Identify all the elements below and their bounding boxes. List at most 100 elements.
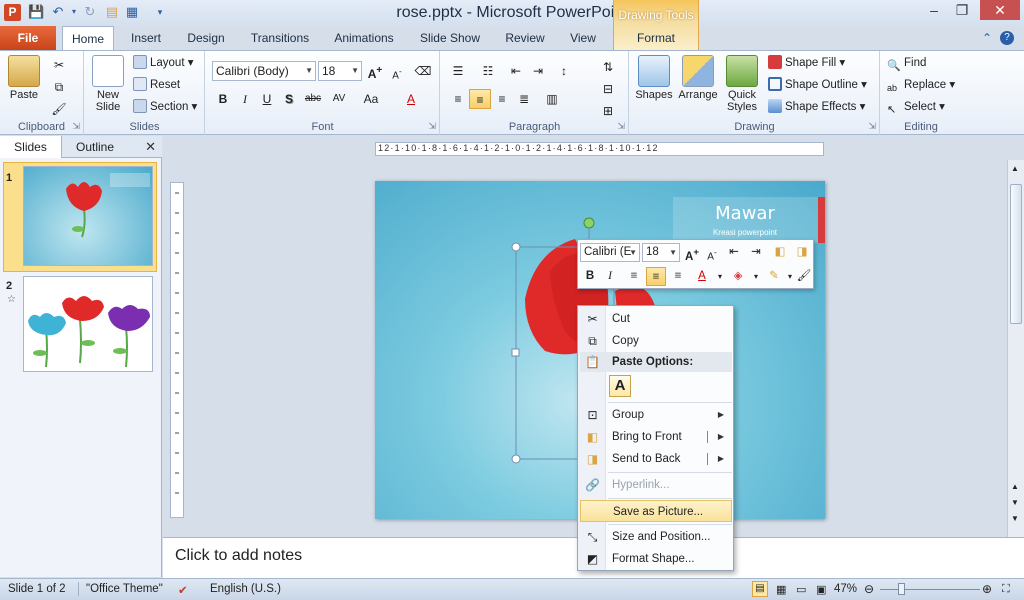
replace-button[interactable]: ab Replace ▾: [887, 75, 955, 95]
scrollbar-thumb[interactable]: [1010, 184, 1022, 324]
mini-decrease-indent-icon[interactable]: ⇤: [724, 243, 744, 262]
menu-item-send-to-back[interactable]: ◨ Send to Back ▶: [580, 448, 732, 470]
font-name-combo[interactable]: Calibri (Body) ▼: [212, 61, 316, 81]
mini-font-size-combo[interactable]: 18 ▼: [642, 243, 680, 262]
horizontal-ruler[interactable]: 12·1·10·1·8·1·6·1·4·1·2·1·0·1·2·1·4·1·6·…: [375, 142, 824, 156]
align-left-icon[interactable]: ≡: [447, 89, 469, 109]
find-button[interactable]: 🔍 Find: [887, 53, 926, 73]
bold-button[interactable]: B: [212, 89, 234, 109]
normal-view-icon[interactable]: ▤: [752, 581, 768, 597]
strikethrough-button[interactable]: abc: [302, 89, 324, 109]
notes-placeholder[interactable]: Click to add notes: [175, 547, 302, 565]
zoom-slider-track[interactable]: [880, 589, 980, 590]
menu-item-size-and-position[interactable]: ⤡ Size and Position...: [580, 526, 732, 548]
close-pane-icon[interactable]: ✕: [145, 139, 156, 155]
reset-button[interactable]: Reset: [133, 75, 180, 95]
tab-home[interactable]: Home: [62, 26, 114, 51]
clipboard-launcher-icon[interactable]: ⇲: [72, 121, 80, 132]
tab-view[interactable]: View: [562, 26, 604, 50]
zoom-out-icon[interactable]: ⊖: [864, 582, 874, 596]
font-color-button[interactable]: A: [400, 89, 422, 109]
resize-handle-left[interactable]: [511, 348, 520, 357]
numbering-icon[interactable]: ☷: [477, 61, 499, 81]
mini-align-right-icon[interactable]: ≡: [668, 267, 688, 286]
mini-send-backward-icon[interactable]: ◨: [792, 243, 812, 262]
zoom-in-icon[interactable]: ⊕: [982, 582, 992, 596]
italic-button[interactable]: I: [234, 89, 256, 109]
paste-keep-text-only-button[interactable]: A: [609, 375, 631, 397]
tab-slides[interactable]: Slides: [0, 136, 62, 158]
restore-button[interactable]: ❐: [948, 0, 976, 20]
decrease-indent-icon[interactable]: ⇤: [505, 61, 527, 81]
mini-bring-forward-icon[interactable]: ◧: [770, 243, 790, 262]
columns-icon[interactable]: ▥: [541, 89, 563, 109]
scroll-up-icon[interactable]: ▲: [1011, 164, 1019, 173]
mini-shrink-font-icon[interactable]: A-: [702, 243, 722, 262]
format-painter-icon[interactable]: 🖌: [48, 99, 70, 119]
mini-align-center-icon[interactable]: ≡: [646, 267, 666, 286]
rotation-handle[interactable]: [583, 217, 595, 229]
align-center-icon[interactable]: ≡: [469, 89, 491, 109]
tab-outline[interactable]: Outline: [62, 136, 128, 158]
increase-indent-icon[interactable]: ⇥: [527, 61, 549, 81]
minimize-ribbon-icon[interactable]: ⌃: [982, 31, 992, 45]
zoom-slider-thumb[interactable]: [898, 583, 905, 595]
shape-fill-button[interactable]: Shape Fill ▾: [768, 53, 845, 73]
mini-format-painter-icon[interactable]: 🖌: [794, 267, 814, 286]
resize-handle-bottom-left[interactable]: [511, 454, 521, 464]
text-direction-icon[interactable]: ⇅: [597, 57, 619, 77]
drawing-launcher-icon[interactable]: ⇲: [868, 121, 876, 132]
mini-font-color-dropdown-icon[interactable]: ▾: [710, 267, 730, 286]
section-button[interactable]: Section ▾: [133, 97, 197, 117]
menu-item-group[interactable]: ⊡ Group ▶: [580, 404, 732, 426]
vertical-scrollbar[interactable]: ▲ ▲ ▼ ▼: [1007, 160, 1024, 537]
font-launcher-icon[interactable]: ⇲: [428, 121, 436, 132]
scroll-up-page-icon[interactable]: ▲: [1011, 482, 1019, 491]
menu-item-format-shape[interactable]: ◩ Format Shape...: [580, 548, 732, 570]
tab-animations[interactable]: Animations: [328, 26, 400, 50]
convert-smartart-icon[interactable]: ⊞: [597, 101, 619, 121]
paragraph-launcher-icon[interactable]: ⇲: [617, 121, 625, 132]
scroll-down-icon[interactable]: ▼: [1011, 514, 1019, 523]
character-spacing-button[interactable]: AV: [328, 89, 350, 109]
change-case-button[interactable]: Aa: [360, 89, 382, 109]
mini-font-color-icon[interactable]: A: [692, 267, 712, 286]
font-size-combo[interactable]: 18 ▼: [318, 61, 362, 81]
mini-shape-fill-icon[interactable]: ◈: [728, 267, 748, 286]
submenu-arrow-icon[interactable]: ▶: [718, 448, 724, 470]
menu-item-copy[interactable]: ⧉ Copy: [580, 330, 732, 352]
mini-bold-icon[interactable]: B: [580, 267, 600, 286]
mini-align-left-icon[interactable]: ≡: [624, 267, 644, 286]
slide-thumbnail-2[interactable]: [23, 276, 153, 372]
justify-icon[interactable]: ≣: [513, 89, 535, 109]
help-icon[interactable]: ?: [1000, 31, 1014, 45]
menu-item-cut[interactable]: ✂ Cut: [580, 308, 732, 330]
scroll-down-page-icon[interactable]: ▼: [1011, 498, 1019, 507]
resize-handle-top-left[interactable]: [511, 242, 521, 252]
mini-increase-indent-icon[interactable]: ⇥: [746, 243, 766, 262]
menu-item-bring-to-front[interactable]: ◧ Bring to Front ▶: [580, 426, 732, 448]
menu-item-save-as-picture[interactable]: Save as Picture...: [580, 500, 732, 522]
mini-shape-fill-dropdown-icon[interactable]: ▾: [746, 267, 766, 286]
align-right-icon[interactable]: ≡: [491, 89, 513, 109]
copy-icon[interactable]: ⧉: [48, 77, 70, 97]
tab-transitions[interactable]: Transitions: [242, 26, 318, 50]
zoom-level[interactable]: 47%: [834, 583, 857, 595]
slide-sorter-view-icon[interactable]: ▦: [776, 583, 786, 596]
fit-to-window-icon[interactable]: ⛶: [1002, 583, 1010, 596]
shrink-font-icon[interactable]: A-: [386, 61, 408, 81]
tab-file[interactable]: File: [0, 26, 56, 50]
select-button[interactable]: ↖ Select ▾: [887, 97, 945, 117]
cut-icon[interactable]: ✂: [48, 55, 70, 75]
arrange-button[interactable]: Arrange: [676, 55, 720, 101]
shapes-button[interactable]: Shapes: [634, 55, 674, 101]
shape-effects-button[interactable]: Shape Effects ▾: [768, 97, 865, 117]
mini-font-name-combo[interactable]: Calibri (E ▼: [580, 243, 640, 262]
quick-styles-button[interactable]: Quick Styles: [722, 55, 762, 113]
layout-button[interactable]: Layout ▾: [133, 53, 194, 73]
tab-design[interactable]: Design: [180, 26, 232, 50]
slide-thumbnail-1[interactable]: [23, 166, 153, 266]
theme-name[interactable]: "Office Theme": [86, 583, 163, 595]
language-indicator[interactable]: English (U.S.): [210, 583, 281, 595]
close-button[interactable]: ✕: [980, 0, 1020, 20]
